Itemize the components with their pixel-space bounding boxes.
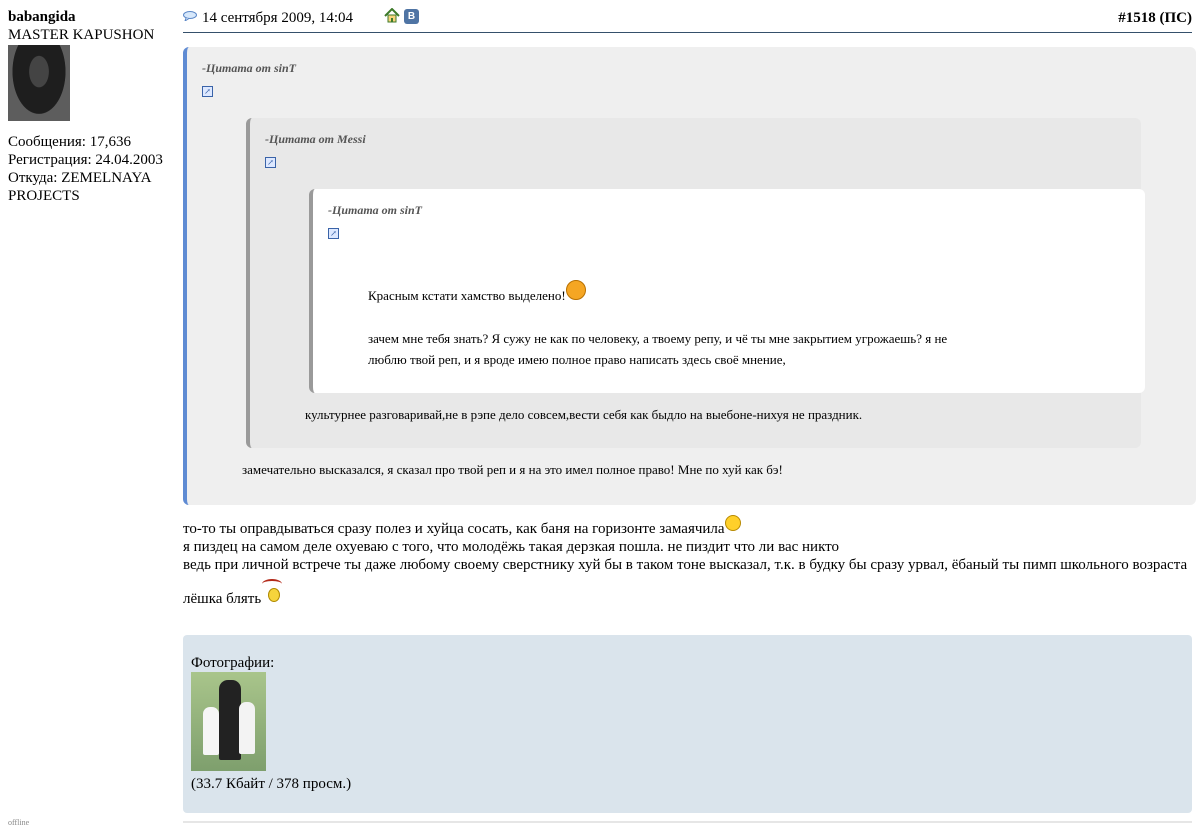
quote-text: Красным кстати хамство выделено! [368, 280, 586, 306]
attachments-caption: Фотографии: [191, 655, 275, 671]
quote-sint-inner: -Цитата от sinT ↗ Красным кстати хамство… [309, 189, 1145, 393]
quote-messi: -Цитата от Messi ↗ -Цитата от sinT ↗ Кра… [246, 118, 1145, 448]
user-info: babangida MASTER KAPUSHON Сообщения: 17,… [8, 8, 178, 205]
quote-text: замечательно высказался, я сказал про тв… [242, 462, 783, 477]
photo-thumbnail[interactable] [191, 672, 266, 771]
username[interactable]: babangida [8, 8, 178, 26]
user-location: Откуда: ZEMELNAYA PROJECTS [8, 170, 151, 204]
post-header: 14 сентября 2009, 14:04 В #1518 (ПС) [183, 8, 1192, 33]
deer-smiley-icon [261, 579, 285, 605]
divider [183, 821, 1192, 823]
vk-icon[interactable]: В [404, 9, 419, 24]
quote-header: -Цитата от sinT [328, 203, 423, 217]
user-title: MASTER KAPUSHON [8, 27, 155, 43]
post-date: 14 сентября 2009, 14:04 [202, 10, 353, 26]
quote-header: -Цитата от sinT [202, 61, 297, 75]
post-body: то-то ты оправдываться сразу полез и хуй… [183, 515, 1192, 608]
message-icon[interactable] [183, 11, 197, 21]
quote-text: культурнее разговаривай,не в рэпе дело с… [305, 407, 863, 422]
online-status: offline [8, 818, 30, 827]
tongue-smiley-icon [724, 515, 741, 531]
quote-link-icon[interactable]: ↗ [328, 228, 339, 239]
post-number[interactable]: #1518 (ПС) [1118, 8, 1192, 28]
quote-header: -Цитата от Messi [265, 132, 366, 146]
quote-text: зачем мне тебя знать? Я сужу не как по ч… [368, 331, 948, 367]
attachment-size: (33.7 Кбайт / 378 просм.) [191, 776, 352, 792]
quote-link-icon[interactable]: ↗ [265, 157, 276, 168]
avatar[interactable] [8, 45, 70, 121]
quote-sint-outer: -Цитата от sinT ↗ -Цитата от Messi ↗ -Ци… [183, 47, 1196, 505]
angry-smiley-icon [565, 280, 586, 300]
forum-post: 14 сентября 2009, 14:04 В #1518 (ПС) -Ци… [183, 8, 1196, 823]
post-count: Сообщения: 17,636 [8, 134, 131, 150]
registration-date: Регистрация: 24.04.2003 [8, 152, 163, 168]
home-icon[interactable] [384, 8, 400, 23]
attachments-panel: Фотографии: (33.7 Кбайт / 378 просм.) [183, 635, 1192, 813]
quote-link-icon[interactable]: ↗ [202, 86, 213, 97]
